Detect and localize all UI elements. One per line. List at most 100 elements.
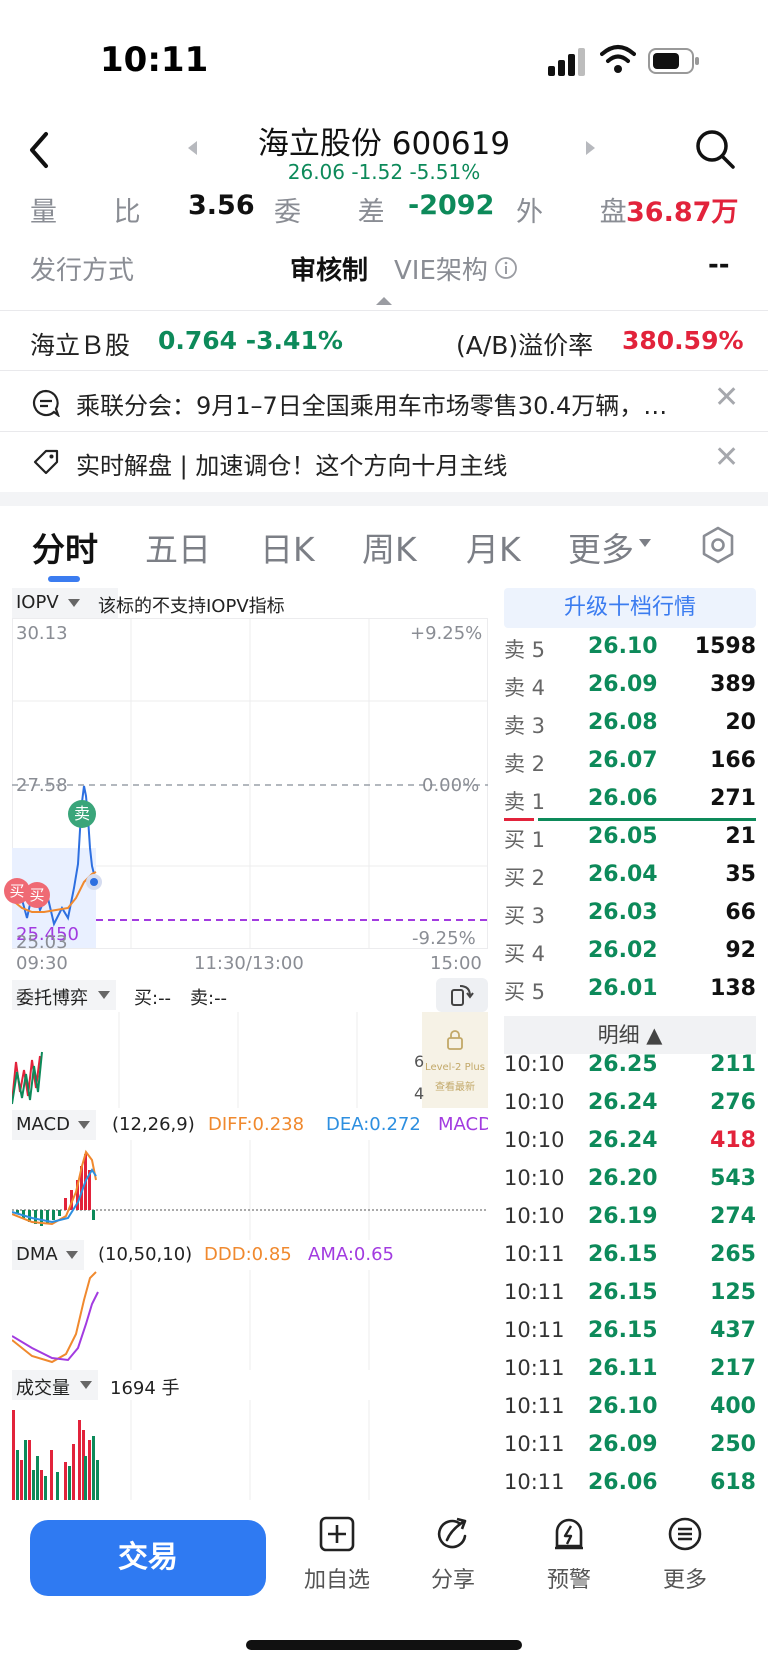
chevron-down-icon [80,1381,92,1389]
battery-icon [648,48,699,74]
outer-disk-value: 36.87万 [626,197,739,228]
indicator-note: 该标的不支持IOPV指标 [98,596,285,617]
search-icon[interactable] [694,128,736,170]
trade-button[interactable]: 交易 [30,1520,266,1596]
pct-mid-label: 0.00% [422,775,480,796]
tick-row: 10:11 26.15 125 [504,1280,756,1305]
tick-row: 10:11 26.10 400 [504,1394,756,1419]
close-icon[interactable]: ✕ [714,380,739,415]
pct-high-label: +9.25% [410,623,483,644]
rotate-button[interactable] [436,978,488,1012]
status-time: 10:11 [100,40,209,80]
tick-row: 10:11 26.11 217 [504,1356,756,1381]
entrust-select[interactable]: 委托博弈 [12,980,116,1010]
price-low-label-alt: 25.03 [16,932,68,953]
macd-select[interactable]: MACD [12,1110,96,1140]
time-mid-label: 11:30/13:00 [194,953,304,974]
bid-row: 买 1 26.05 21 [504,824,756,852]
info-icon[interactable] [494,256,518,280]
tag-icon [33,449,59,475]
settings-icon[interactable] [700,526,736,564]
divider [0,370,768,371]
tab-daily-k[interactable]: 日K [260,523,315,571]
buy-marker[interactable]: 买 [24,882,50,908]
section-gap [0,492,768,506]
ask-row: 卖 3 26.08 20 [504,710,756,738]
tick-row: 10:11 26.15 265 [504,1242,756,1267]
macd-dea: DEA:0.272 [326,1114,421,1135]
tab-five-day[interactable]: 五日 [145,523,211,571]
bid-row: 买 2 26.04 35 [504,862,756,890]
b-share-value: 0.764 -3.41% [158,326,343,355]
news-item[interactable]: 实时解盘 | 加速调仓！这个方向十月主线 ✕ [0,432,768,490]
commission-diff-value: -2092 [408,190,495,221]
dma-params: (10,50,10) [98,1244,193,1265]
commission-diff-label: 委 差 [274,197,409,228]
news-text: 乘联分会：9月1–7日全国乘用车市场零售30.4万辆，… [76,392,668,420]
add-watchlist-icon [319,1516,355,1552]
news-text: 实时解盘 | 加速调仓！这个方向十月主线 [76,452,508,480]
caret-up-icon[interactable] [374,294,394,306]
tick-list[interactable]: 10:10 26.25 211 10:10 26.24 276 10:10 26.24 41… [504,1046,756,1500]
share-button[interactable]: 分享 [408,1516,498,1594]
tick-row: 10:11 26.09 250 [504,1432,756,1457]
upgrade-ten-level-button[interactable]: 升级十档行情 [504,588,756,628]
tab-weekly-k[interactable]: 周K [362,523,417,571]
tab-intraday[interactable]: 分时 [32,523,98,571]
bid-row: 买 4 26.02 92 [504,938,756,966]
bid-row: 买 3 26.03 66 [504,900,756,928]
chevron-down-icon [639,539,651,547]
b-share-label: 海立Ｂ股 [30,331,131,360]
tab-indicator [48,576,80,582]
chevron-down-icon [66,1251,78,1259]
tab-monthly-k[interactable]: 月K [466,523,521,571]
home-indicator [246,1640,522,1650]
alert-label: 预警 [546,1568,591,1593]
tick-row: 10:10 26.24 418 [504,1128,756,1153]
price-high-label: 30.13 [16,623,68,644]
premium-label: (A/B)溢价率 [456,331,594,360]
pct-low-label: -9.25% [412,928,476,949]
alert-icon [555,1518,583,1550]
chevron-down-icon [78,1121,90,1129]
entrust-buy: 买:-- [134,988,172,1009]
tab-more[interactable]: 更多 [568,523,634,571]
time-start-label: 09:30 [16,953,68,974]
more-label: 更多 [662,1568,707,1593]
lock-icon [447,1030,463,1050]
divider [0,310,768,311]
chevron-down-icon [68,599,80,607]
wifi-icon [600,45,636,73]
ask-row: 卖 5 26.10 1598 [504,634,756,662]
macd-diff: DIFF:0.238 [208,1114,305,1135]
level2-title: Level-2 Plus [425,1062,485,1073]
news-item[interactable]: 乘联分会：9月1–7日全国乘用车市场零售30.4万辆，… ✕ [0,372,768,430]
alert-button[interactable]: 预警 [524,1516,614,1594]
dma-chart [12,1270,370,1370]
macd-params: (12,26,9) [112,1114,195,1135]
dma-select[interactable]: DMA [12,1240,84,1270]
sell-marker[interactable]: 卖 [68,800,96,828]
close-icon[interactable]: ✕ [714,440,739,475]
macd-chart [12,1140,488,1240]
volume-ratio-label: 量 比 [30,197,165,228]
rotate-icon [451,985,474,1006]
tick-row: 10:10 26.20 543 [504,1166,756,1191]
volume-value: 1694 手 [110,1378,180,1399]
volume-ratio-value: 3.56 [188,190,255,221]
add-watchlist-button[interactable]: 加自选 [292,1516,382,1594]
level2-paywall[interactable]: Level-2 Plus 查看最新 [422,1012,488,1108]
volume-select[interactable]: 成交量 [12,1370,98,1400]
tick-row: 10:10 26.24 276 [504,1090,756,1115]
macd-value: MACD [438,1114,488,1135]
more-button[interactable]: 更多 [640,1516,730,1594]
more-icon [668,1517,702,1551]
entrust-sell: 卖:-- [190,988,228,1009]
intraday-chart[interactable] [12,618,488,950]
volume-chart [12,1400,370,1500]
ask-row: 卖 2 26.07 166 [504,748,756,776]
chevron-down-icon [98,991,110,999]
price-mid-label: 27.58 [16,775,68,796]
price-quote: 26.06 -1.52 -5.51% [287,160,481,184]
bid-row: 买 5 26.01 138 [504,976,756,1004]
